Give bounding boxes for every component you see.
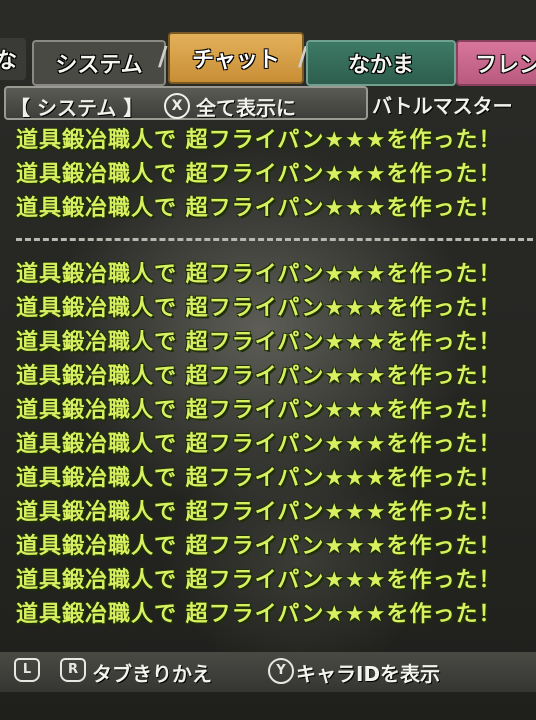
log-header: 【 システム 】 X 全て表示に バトルマスター xyxy=(0,84,536,120)
log-line: 道具鍛冶職人で 超フライパン★★★を作った！ xyxy=(16,466,502,491)
x-button-icon[interactable]: X xyxy=(164,93,190,119)
tab-chat[interactable]: チャット xyxy=(168,32,304,84)
log-line: 道具鍛冶職人で 超フライパン★★★を作った！ xyxy=(16,534,502,559)
tab-friend[interactable]: フレン xyxy=(456,40,536,86)
tab-system[interactable]: システム xyxy=(32,40,166,86)
log-divider xyxy=(16,238,536,241)
battle-master-label: バトルマスター xyxy=(372,94,513,118)
footer-bar: L R タブきりかえ Y キャラIDを表示 xyxy=(0,652,536,692)
log-line: 道具鍛冶職人で 超フライパン★★★を作った！ xyxy=(16,296,502,321)
switch-tab-label: タブきりかえ xyxy=(92,662,212,686)
log-line: 道具鍛冶職人で 超フライパン★★★を作った！ xyxy=(16,162,502,187)
log-line: 道具鍛冶職人で 超フライパン★★★を作った！ xyxy=(16,128,502,153)
l-button-icon[interactable]: L xyxy=(14,658,40,682)
tab-partial[interactable]: な xyxy=(0,38,26,80)
log-line: 道具鍛冶職人で 超フライパン★★★を作った！ xyxy=(16,262,502,287)
filter-box[interactable]: 【 システム 】 X 全て表示に xyxy=(4,86,368,120)
log-line: 道具鍛冶職人で 超フライパン★★★を作った！ xyxy=(16,568,502,593)
log-line: 道具鍛冶職人で 超フライパン★★★を作った！ xyxy=(16,330,502,355)
y-button-icon[interactable]: Y xyxy=(268,658,294,684)
tab-party[interactable]: なかま xyxy=(306,40,456,86)
tab-bar: な システム / チャット / なかま フレン xyxy=(0,28,536,86)
log-line: 道具鍛冶職人で 超フライパン★★★を作った！ xyxy=(16,364,502,389)
filter-label: 【 システム 】 xyxy=(10,96,144,120)
log-line: 道具鍛冶職人で 超フライパン★★★を作った！ xyxy=(16,196,502,221)
tab-separator-icon: / xyxy=(158,42,168,72)
chat-log[interactable]: 道具鍛冶職人で 超フライパン★★★を作った！ 道具鍛冶職人で 超フライパン★★★… xyxy=(8,118,536,638)
r-button-icon[interactable]: R xyxy=(60,658,86,682)
show-id-label: キャラIDを表示 xyxy=(296,662,441,686)
log-line: 道具鍛冶職人で 超フライパン★★★を作った！ xyxy=(16,500,502,525)
log-line: 道具鍛冶職人で 超フライパン★★★を作った！ xyxy=(16,432,502,457)
log-line: 道具鍛冶職人で 超フライパン★★★を作った！ xyxy=(16,398,502,423)
show-all-label: 全て表示に xyxy=(196,96,296,120)
log-line: 道具鍛冶職人で 超フライパン★★★を作った！ xyxy=(16,602,502,627)
